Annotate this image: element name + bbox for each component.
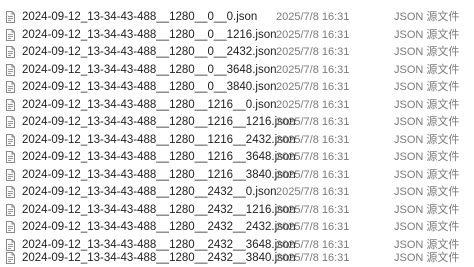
file-name: 2024-09-12_13-34-43-488__1280__2432__0.j… [22, 186, 277, 198]
json-file-icon [6, 46, 15, 58]
file-name: 2024-09-12_13-34-43-488__1280__0__3648.j… [22, 63, 277, 76]
file-name: 2024-09-12_13-34-43-488__1280__0__3840.j… [22, 81, 277, 93]
file-name: 2024-09-12_13-34-43-488__1280__2432__384… [22, 252, 296, 264]
file-row[interactable]: 2024-09-12_13-34-43-488__1280__0__2432.j… [0, 44, 474, 61]
file-row[interactable]: 2024-09-12_13-34-43-488__1280__1216__384… [0, 167, 474, 184]
file-modified-date: 2025/7/8 16:31 [276, 63, 350, 76]
file-row[interactable]: 2024-09-12_13-34-43-488__1280__2432__0.j… [0, 184, 474, 201]
json-file-icon [6, 203, 15, 216]
file-row[interactable]: 2024-09-12_13-34-43-488__1280__0__3840.j… [0, 79, 474, 96]
file-name: 2024-09-12_13-34-43-488__1280__1216__121… [22, 116, 296, 128]
json-file-icon [6, 238, 15, 251]
file-modified-date: 2025/7/8 16:31 [276, 11, 350, 23]
file-modified-date: 2025/7/8 16:31 [276, 81, 350, 93]
file-modified-date: 2025/7/8 16:31 [276, 203, 350, 216]
json-file-icon [6, 28, 15, 41]
file-row[interactable]: 2024-09-12_13-34-43-488__1280__2432__243… [0, 219, 474, 236]
file-modified-date: 2025/7/8 16:31 [276, 221, 350, 233]
file-type: JSON 源文件 [394, 98, 460, 111]
file-type: JSON 源文件 [394, 81, 460, 93]
file-row[interactable]: 2024-09-12_13-34-43-488__1280__1216__243… [0, 132, 474, 149]
file-modified-date: 2025/7/8 16:31 [276, 28, 350, 41]
file-name: 2024-09-12_13-34-43-488__1280__1216__384… [22, 168, 296, 181]
file-type: JSON 源文件 [394, 11, 460, 23]
json-file-icon [6, 116, 15, 128]
file-row[interactable]: 2024-09-12_13-34-43-488__1280__2432__384… [0, 250, 474, 267]
json-file-icon [6, 98, 15, 111]
file-modified-date: 2025/7/8 16:31 [276, 151, 350, 163]
file-type: JSON 源文件 [394, 28, 460, 41]
file-type: JSON 源文件 [394, 46, 460, 58]
file-row[interactable]: 2024-09-12_13-34-43-488__1280__2432__121… [0, 202, 474, 219]
file-type: JSON 源文件 [394, 133, 460, 146]
file-name: 2024-09-12_13-34-43-488__1280__0__0.json [22, 11, 258, 23]
file-name: 2024-09-12_13-34-43-488__1280__0__1216.j… [22, 28, 277, 41]
file-type: JSON 源文件 [394, 116, 460, 128]
file-name: 2024-09-12_13-34-43-488__1280__1216__364… [22, 151, 296, 163]
file-type: JSON 源文件 [394, 252, 460, 264]
file-type: JSON 源文件 [394, 151, 460, 163]
file-modified-date: 2025/7/8 16:31 [276, 116, 350, 128]
json-file-icon [6, 133, 15, 146]
file-modified-date: 2025/7/8 16:31 [276, 186, 350, 198]
json-file-icon [6, 221, 15, 233]
file-row[interactable]: 2024-09-12_13-34-43-488__1280__1216__0.j… [0, 97, 474, 114]
file-modified-date: 2025/7/8 16:31 [276, 98, 350, 111]
file-row[interactable]: 2024-09-12_13-34-43-488__1280__0__0.json… [0, 9, 474, 26]
file-row[interactable]: 2024-09-12_13-34-43-488__1280__0__3648.j… [0, 62, 474, 79]
file-row[interactable]: 2024-09-12_13-34-43-488__1280__0__1216.j… [0, 27, 474, 44]
file-list: 2024-09-12_13-34-43-488__1280__0__0.json… [0, 0, 474, 264]
json-file-icon [6, 168, 15, 181]
file-type: JSON 源文件 [394, 186, 460, 198]
file-type: JSON 源文件 [394, 168, 460, 181]
file-name: 2024-09-12_13-34-43-488__1280__2432__121… [22, 203, 296, 216]
file-row[interactable]: 2024-09-12_13-34-43-488__1280__1216__121… [0, 114, 474, 131]
file-type: JSON 源文件 [394, 203, 460, 216]
file-row[interactable]: 2024-09-12_13-34-43-488__1280__1216__364… [0, 149, 474, 166]
file-modified-date: 2025/7/8 16:31 [276, 252, 350, 264]
file-name: 2024-09-12_13-34-43-488__1280__1216__0.j… [22, 98, 277, 111]
file-name: 2024-09-12_13-34-43-488__1280__0__2432.j… [22, 46, 277, 58]
json-file-icon [6, 81, 15, 93]
file-name: 2024-09-12_13-34-43-488__1280__2432__243… [22, 221, 296, 233]
json-file-icon [6, 11, 15, 23]
json-file-icon [6, 252, 15, 264]
json-file-icon [6, 186, 15, 198]
json-file-icon [6, 151, 15, 163]
file-modified-date: 2025/7/8 16:31 [276, 168, 350, 181]
file-modified-date: 2025/7/8 16:31 [276, 133, 350, 146]
file-type: JSON 源文件 [394, 221, 460, 233]
file-name: 2024-09-12_13-34-43-488__1280__1216__243… [22, 133, 296, 146]
file-modified-date: 2025/7/8 16:31 [276, 46, 350, 58]
json-file-icon [6, 63, 15, 76]
file-type: JSON 源文件 [394, 63, 460, 76]
